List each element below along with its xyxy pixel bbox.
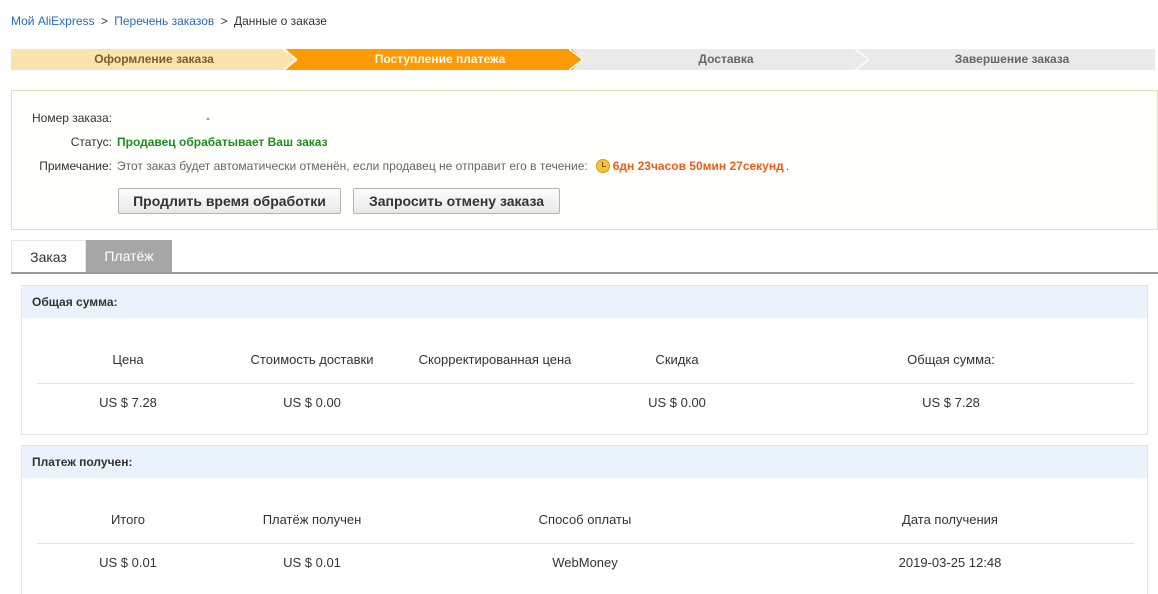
- step-arrow-icon: [855, 49, 869, 70]
- discount-value: US $ 0.00: [648, 395, 706, 410]
- tab-order[interactable]: Заказ: [11, 240, 86, 272]
- paid-amount-value: US $ 0.01: [283, 555, 341, 570]
- total-amount-title: Общая сумма:: [22, 286, 1147, 318]
- price-value: US $ 7.28: [99, 395, 157, 410]
- breadcrumb: Мой AliExpress > Перечень заказов > Данн…: [11, 13, 327, 29]
- order-status-value: Продавец обрабатывает Ваш заказ: [117, 135, 328, 149]
- payment-received-panel: Платеж получен: Итого Платёж получен Спо…: [21, 445, 1148, 594]
- order-note-row: Примечание: Этот заказ будет автоматическ…: [12, 158, 789, 174]
- received-date-header: Дата получения: [902, 512, 998, 527]
- countdown-timer: 6дн 23часов 50мин 27секунд: [612, 159, 784, 173]
- tab-payment[interactable]: Платёж: [86, 240, 172, 272]
- payment-received-title: Платеж получен:: [22, 446, 1147, 478]
- order-note-label: Примечание:: [39, 159, 112, 173]
- total-sum-value: US $ 7.28: [922, 395, 980, 410]
- breadcrumb-my-aliexpress-link[interactable]: Мой AliExpress: [11, 14, 95, 28]
- subtotal-header: Итого: [110, 512, 146, 527]
- clock-icon: [595, 159, 610, 173]
- subtotal-value: US $ 0.01: [99, 555, 157, 570]
- request-cancellation-button[interactable]: Запросить отмену заказа: [353, 188, 560, 214]
- total-amount-panel: Общая сумма: Цена Стоимость доставки Ско…: [21, 285, 1148, 435]
- price-header: Цена: [112, 352, 144, 367]
- order-number-value: -: [206, 111, 210, 125]
- tab-bar: Заказ Платёж: [11, 240, 1158, 274]
- breadcrumb-separator: >: [100, 14, 108, 28]
- payment-method-value: WebMoney: [552, 555, 618, 570]
- extend-processing-time-button[interactable]: Продлить время обработки: [118, 188, 341, 214]
- received-date-value: 2019-03-25 12:48: [898, 555, 1002, 570]
- order-number-label: Номер заказа:: [31, 111, 112, 125]
- step-order-complete: Завершение заказа: [869, 49, 1155, 70]
- table-divider: [37, 383, 1134, 384]
- breadcrumb-separator: >: [220, 14, 228, 28]
- step-arrow-icon: [569, 49, 583, 70]
- paid-amount-header: Платёж получен: [262, 512, 362, 527]
- payment-method-header: Способ оплаты: [538, 512, 632, 527]
- adjusted-price-header: Скорректированная цена: [418, 352, 572, 367]
- order-info-box: Номер заказа: - Статус: Продавец обрабатыв…: [11, 90, 1158, 230]
- shipping-cost-header: Стоимость доставки: [250, 352, 374, 367]
- order-progress-steps: Оформление заказа Поступление платежа До…: [11, 49, 1155, 70]
- shipping-cost-value: US $ 0.00: [283, 395, 341, 410]
- step-payment-received: Поступление платежа: [297, 49, 583, 70]
- countdown-suffix: .: [785, 159, 790, 173]
- order-status-label: Статус:: [70, 135, 112, 149]
- table-divider: [37, 543, 1134, 544]
- discount-header: Скидка: [655, 352, 699, 367]
- breadcrumb-current: Данные о заказе: [233, 14, 327, 28]
- breadcrumb-orders-list-link[interactable]: Перечень заказов: [114, 14, 214, 28]
- step-shipping: Доставка: [583, 49, 869, 70]
- order-note-text: Этот заказ будет автоматически отменён, …: [117, 159, 588, 173]
- total-sum-header: Общая сумма:: [907, 352, 995, 367]
- order-status-row: Статус: Продавец обрабатывает Ваш заказ: [12, 134, 328, 150]
- step-order-placed: Оформление заказа: [11, 49, 297, 70]
- step-arrow-icon: [283, 49, 297, 70]
- order-number-row: Номер заказа: -: [12, 110, 210, 126]
